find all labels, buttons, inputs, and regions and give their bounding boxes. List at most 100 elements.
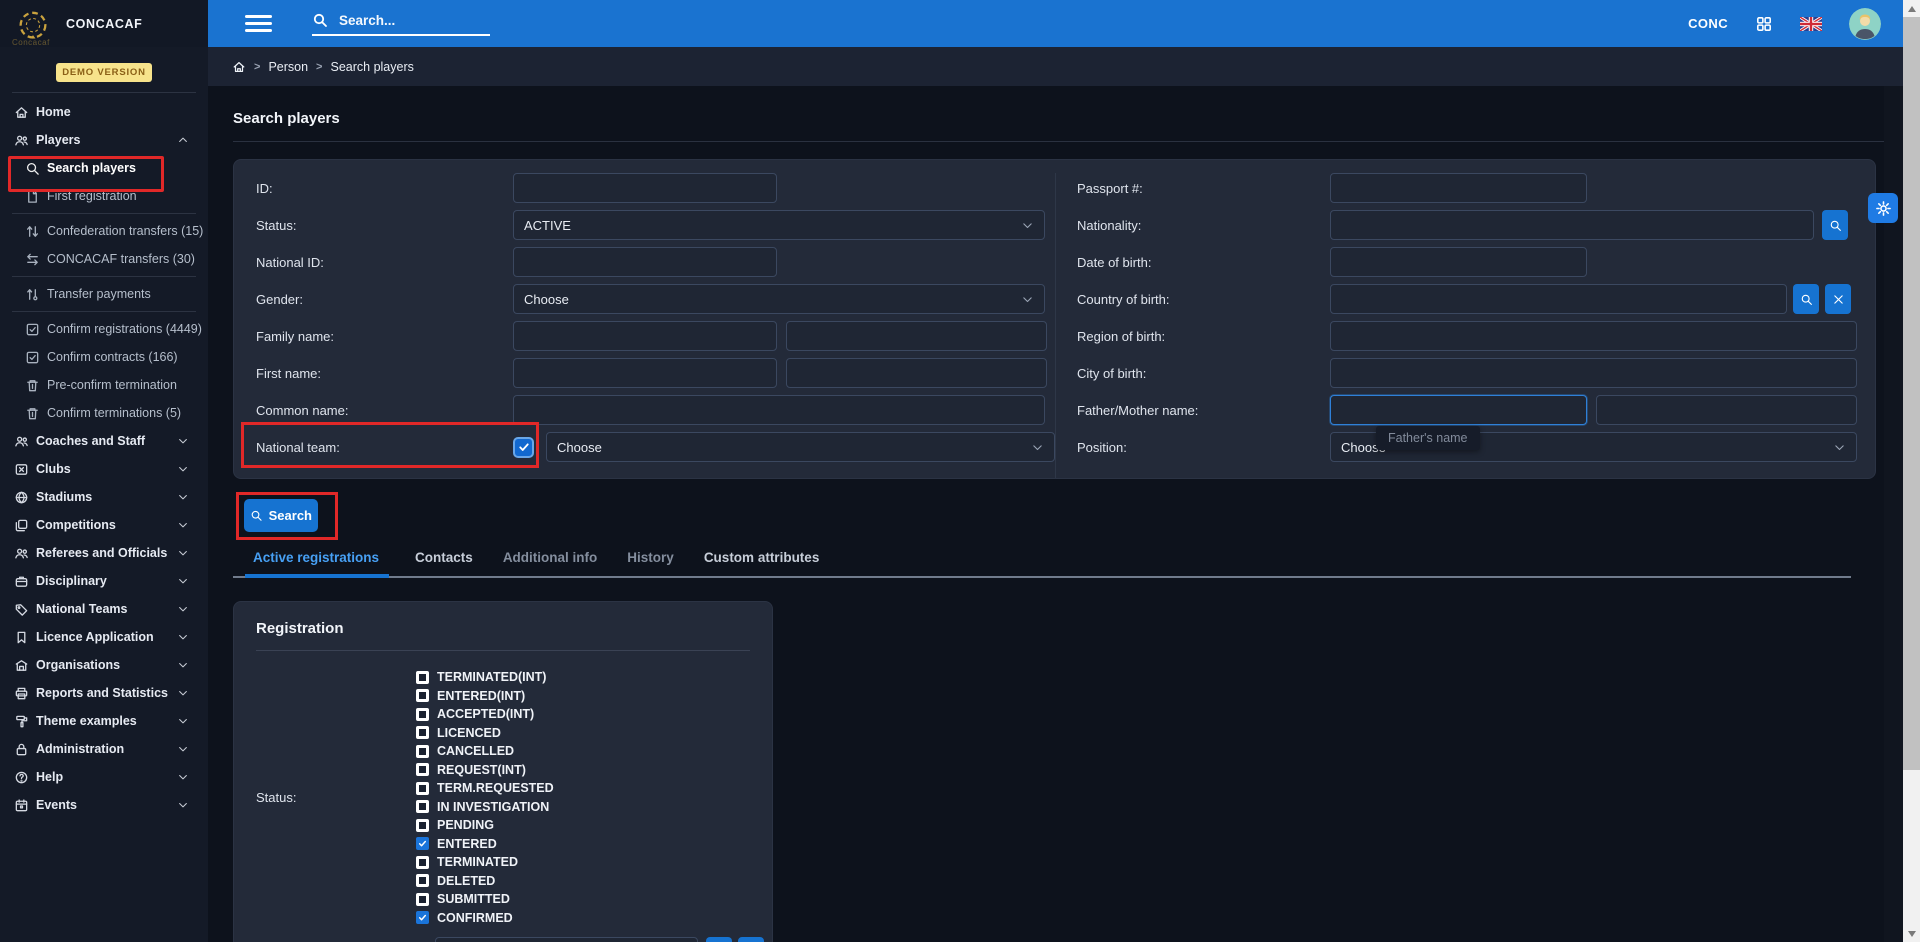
country-search-button[interactable] <box>1793 284 1819 314</box>
breadcrumb-item-person[interactable]: Person <box>268 60 308 74</box>
uk-flag-icon[interactable] <box>1800 17 1822 31</box>
status-option[interactable]: REQUEST(INT) <box>416 761 772 780</box>
common-name-input[interactable] <box>513 395 1045 425</box>
page-scrollbar[interactable] <box>1903 0 1920 942</box>
sidebar-item-help[interactable]: Help <box>0 763 208 791</box>
sidebar-item-confirm-terminations[interactable]: Confirm terminations (5) <box>0 399 208 427</box>
passport-input[interactable] <box>1330 173 1587 203</box>
checkbox-unchecked[interactable] <box>416 819 429 832</box>
sidebar-item-concacaf-transfers[interactable]: CONCACAF transfers (30) <box>0 245 208 273</box>
father-name-input[interactable] <box>1330 395 1587 425</box>
sidebar-item-home[interactable]: Home <box>0 98 208 126</box>
organisation-input[interactable] <box>435 937 698 942</box>
sidebar-item-confirm-registrations[interactable]: Confirm registrations (4449) <box>0 315 208 343</box>
sidebar-item-coaches-and-staff[interactable]: Coaches and Staff <box>0 427 208 455</box>
gender-select[interactable]: Choose <box>513 284 1045 314</box>
nationality-search-button[interactable] <box>1822 210 1848 240</box>
apps-grid-icon[interactable] <box>1755 15 1773 33</box>
sidebar-item-confirm-contracts[interactable]: Confirm contracts (166) <box>0 343 208 371</box>
global-search-input[interactable] <box>337 12 477 29</box>
checkbox-unchecked[interactable] <box>416 708 429 721</box>
status-option[interactable]: CONFIRMED <box>416 909 772 928</box>
status-option[interactable]: ENTERED <box>416 835 772 854</box>
status-option[interactable]: TERMINATED <box>416 853 772 872</box>
checkbox-unchecked[interactable] <box>416 893 429 906</box>
sidebar-item-national-teams[interactable]: National Teams <box>0 595 208 623</box>
sidebar-item-organisations[interactable]: Organisations <box>0 651 208 679</box>
sidebar-item-confederation-transfers[interactable]: Confederation transfers (15) <box>0 217 208 245</box>
organisation-search-button[interactable] <box>706 937 732 942</box>
sidebar-item-reports-and-statistics[interactable]: Reports and Statistics <box>0 679 208 707</box>
tab-history[interactable]: History <box>623 550 678 576</box>
tab-active-registrations[interactable]: Active registrations <box>245 550 389 578</box>
nationality-input[interactable] <box>1330 210 1814 240</box>
sidebar-item-competitions[interactable]: Competitions <box>0 511 208 539</box>
global-search[interactable] <box>312 12 490 36</box>
status-option[interactable]: PENDING <box>416 816 772 835</box>
tab-contacts[interactable]: Contacts <box>411 550 477 576</box>
sidebar-item-search-players[interactable]: Search players <box>0 154 208 182</box>
checkbox-checked[interactable] <box>416 837 429 850</box>
region-of-birth-input[interactable] <box>1330 321 1857 351</box>
sidebar-item-transfer-payments[interactable]: Transfer payments <box>0 280 208 308</box>
status-option[interactable]: IN INVESTIGATION <box>416 798 772 817</box>
status-option[interactable]: ACCEPTED(INT) <box>416 705 772 724</box>
family-name-input-2[interactable] <box>786 321 1047 351</box>
status-option[interactable]: DELETED <box>416 872 772 891</box>
status-option-label: CONFIRMED <box>437 911 513 925</box>
status-option[interactable]: LICENCED <box>416 724 772 743</box>
scrollbar-up-button[interactable] <box>1903 0 1920 17</box>
checkbox-unchecked[interactable] <box>416 782 429 795</box>
user-avatar[interactable] <box>1849 8 1881 40</box>
organisation-clear-button[interactable] <box>738 937 764 942</box>
checkbox-unchecked[interactable] <box>416 689 429 702</box>
scrollbar-down-button[interactable] <box>1903 925 1920 942</box>
sidebar-item-clubs[interactable]: Clubs <box>0 455 208 483</box>
tab-custom-attributes[interactable]: Custom attributes <box>700 550 824 576</box>
status-select[interactable]: ACTIVE <box>513 210 1045 240</box>
sidebar-item-events[interactable]: Events <box>0 791 208 819</box>
scrollbar-thumb[interactable] <box>1903 17 1920 770</box>
org-code[interactable]: CONC <box>1688 16 1728 31</box>
national-id-input[interactable] <box>513 247 777 277</box>
national-team-select[interactable]: Choose <box>546 432 1055 462</box>
hamburger-menu-icon[interactable] <box>245 11 272 36</box>
checkbox-checked[interactable] <box>416 911 429 924</box>
first-name-input-2[interactable] <box>786 358 1047 388</box>
date-of-birth-input[interactable] <box>1330 247 1587 277</box>
city-of-birth-input[interactable] <box>1330 358 1857 388</box>
mother-name-input[interactable] <box>1596 395 1857 425</box>
home-icon[interactable] <box>232 60 246 74</box>
sidebar-item-players[interactable]: Players <box>0 126 208 154</box>
sidebar-item-referees-and-officials[interactable]: Referees and Officials <box>0 539 208 567</box>
status-option[interactable]: SUBMITTED <box>416 890 772 909</box>
sidebar-item-pre-confirm-termination[interactable]: Pre-confirm termination <box>0 371 208 399</box>
status-option[interactable]: CANCELLED <box>416 742 772 761</box>
checkbox-unchecked[interactable] <box>416 800 429 813</box>
breadcrumb-item-search-players[interactable]: Search players <box>330 60 413 74</box>
id-input[interactable] <box>513 173 777 203</box>
sidebar-item-disciplinary[interactable]: Disciplinary <box>0 567 208 595</box>
status-option[interactable]: TERM.REQUESTED <box>416 779 772 798</box>
status-option[interactable]: TERMINATED(INT) <box>416 668 772 687</box>
status-option[interactable]: ENTERED(INT) <box>416 687 772 706</box>
family-name-input-1[interactable] <box>513 321 777 351</box>
sidebar-item-stadiums[interactable]: Stadiums <box>0 483 208 511</box>
country-of-birth-input[interactable] <box>1330 284 1787 314</box>
checkbox-unchecked[interactable] <box>416 671 429 684</box>
sidebar-item-administration[interactable]: Administration <box>0 735 208 763</box>
first-name-input-1[interactable] <box>513 358 777 388</box>
checkbox-unchecked[interactable] <box>416 856 429 869</box>
country-clear-button[interactable] <box>1825 284 1851 314</box>
checkbox-unchecked[interactable] <box>416 726 429 739</box>
checkbox-unchecked[interactable] <box>416 763 429 776</box>
sidebar-item-licence-application[interactable]: Licence Application <box>0 623 208 651</box>
checkbox-unchecked[interactable] <box>416 745 429 758</box>
settings-gear-button[interactable] <box>1868 193 1898 223</box>
checkbox-unchecked[interactable] <box>416 874 429 887</box>
sidebar-item-first-registration[interactable]: First registration <box>0 182 208 210</box>
tab-additional-info[interactable]: Additional info <box>499 550 601 576</box>
search-button[interactable]: Search <box>244 499 318 532</box>
national-team-checkbox[interactable] <box>513 437 534 458</box>
sidebar-item-theme-examples[interactable]: Theme examples <box>0 707 208 735</box>
